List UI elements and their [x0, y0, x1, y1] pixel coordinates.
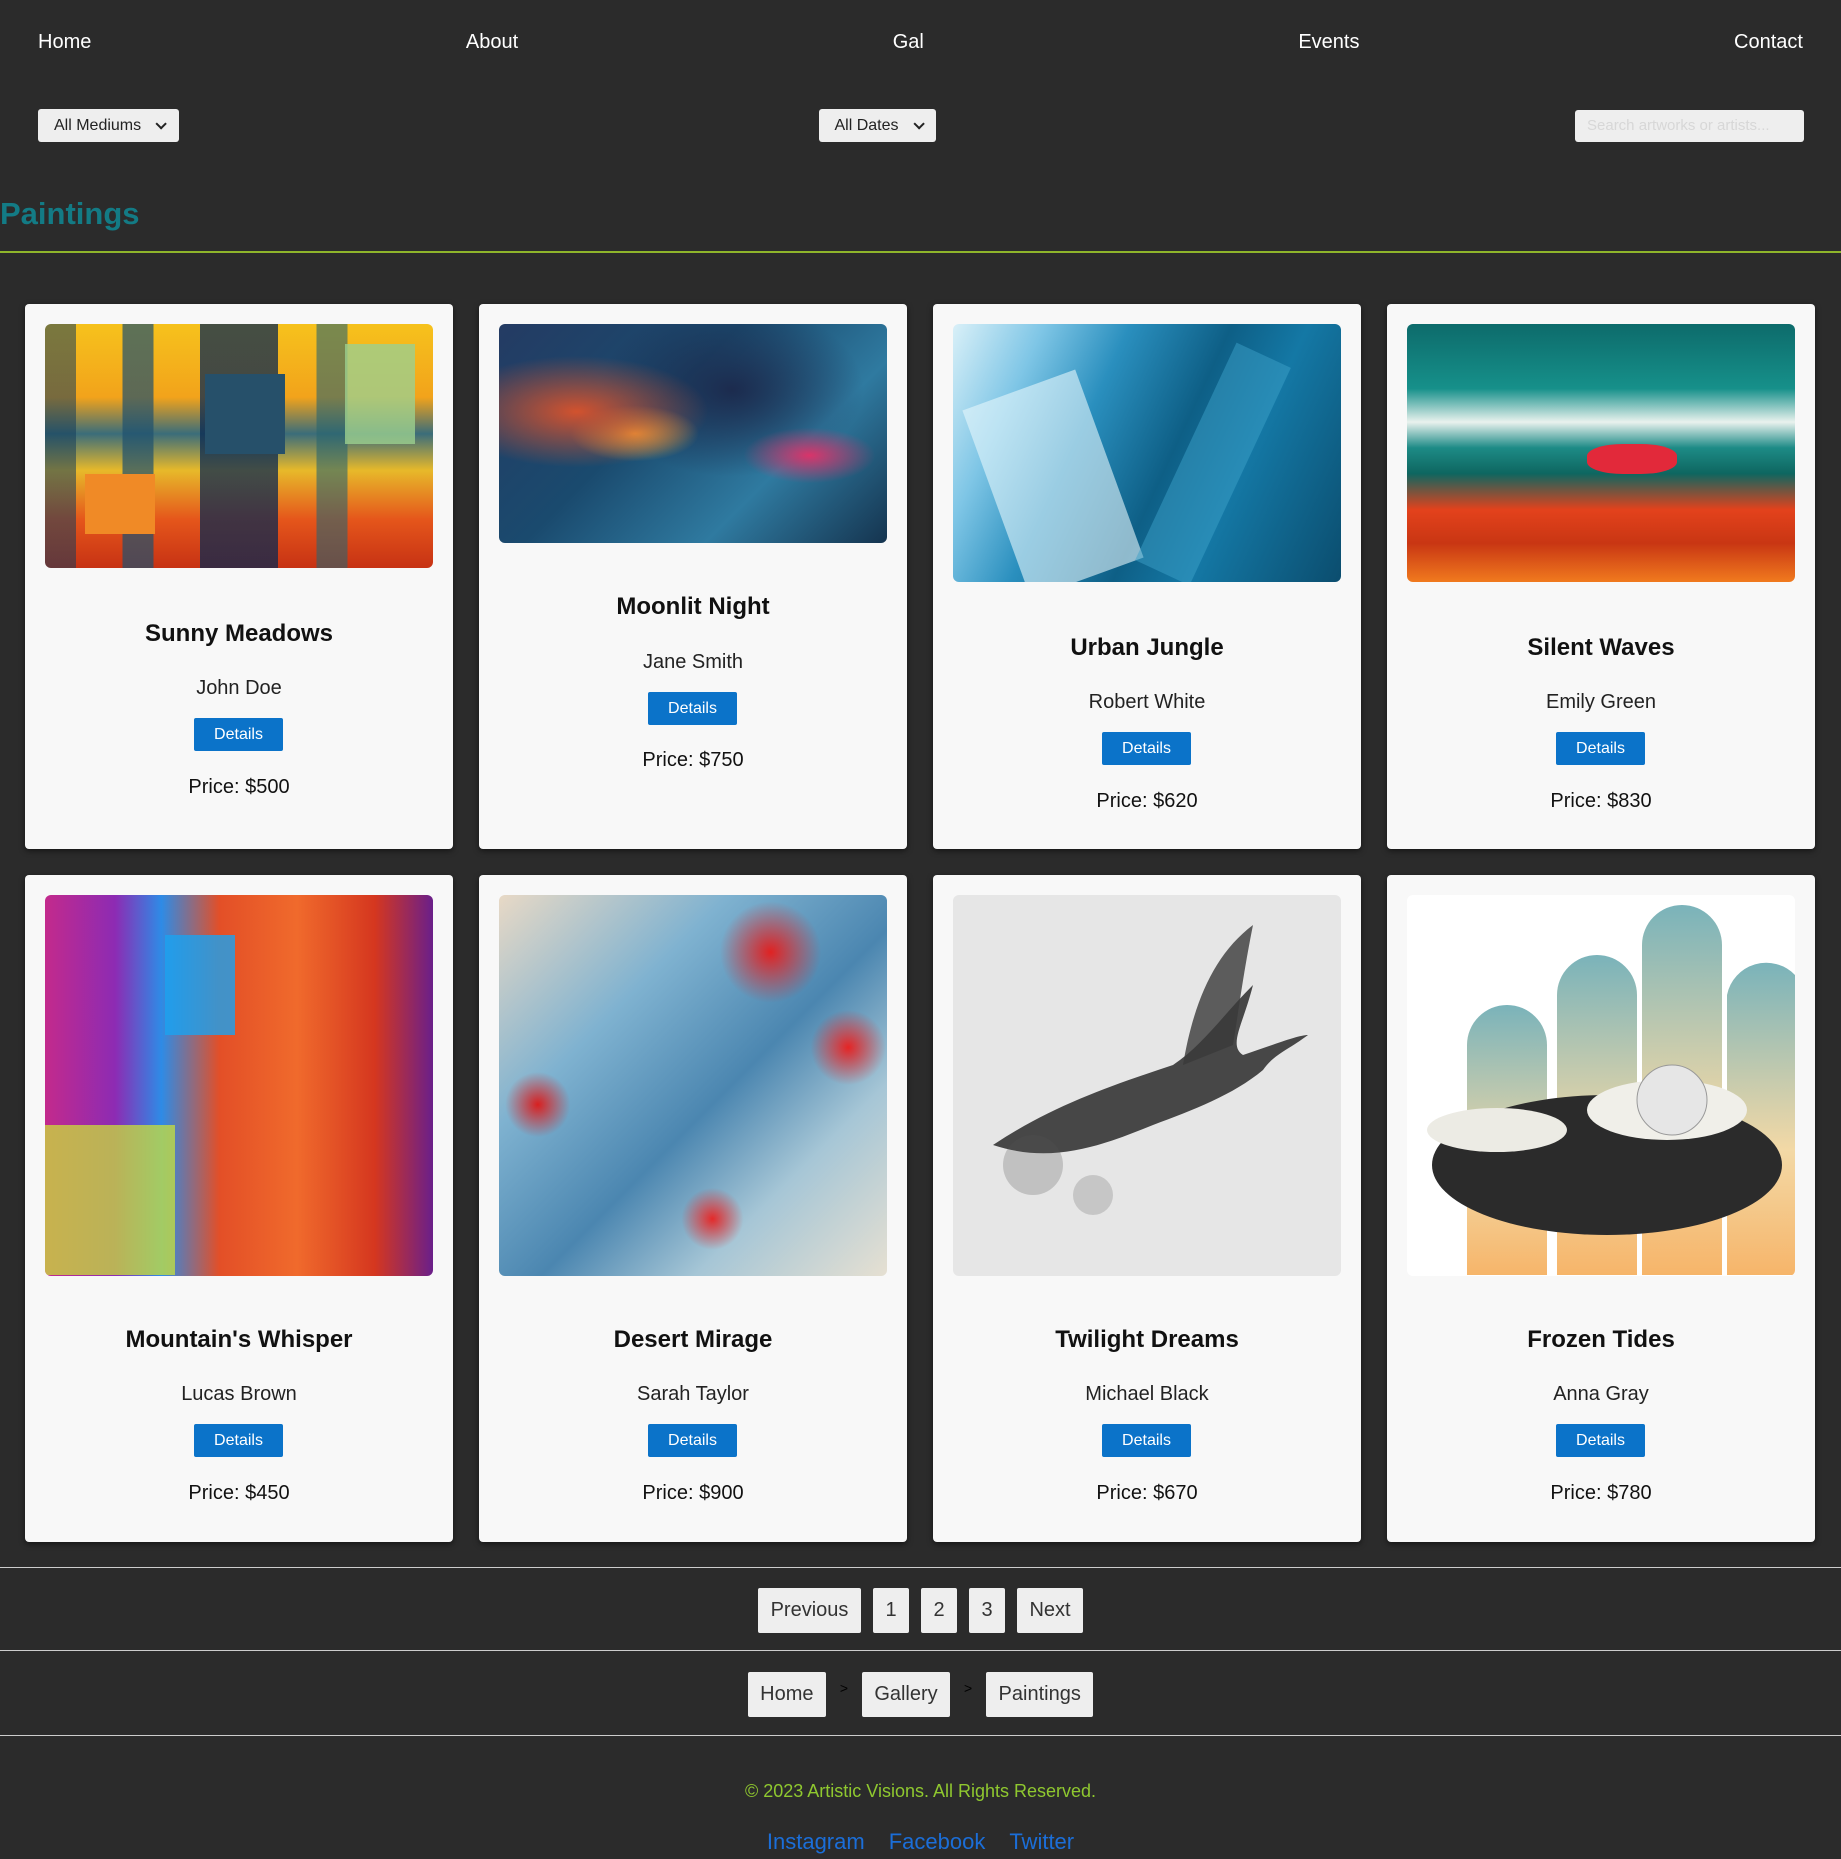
artwork-image[interactable]: [499, 895, 887, 1276]
details-button[interactable]: Details: [1556, 732, 1645, 765]
social-links: Instagram Facebook Twitter: [0, 1829, 1841, 1855]
chevron-down-icon: [912, 117, 925, 130]
artwork-card: Sunny Meadows John Doe Details Price: $5…: [25, 304, 453, 849]
artwork-price: Price: $900: [642, 1482, 744, 1504]
nav-events[interactable]: Events: [1298, 31, 1359, 54]
artwork-price: Price: $500: [188, 776, 290, 798]
artwork-price: Price: $670: [1096, 1482, 1198, 1504]
artwork-price: Price: $450: [188, 1482, 290, 1504]
breadcrumb: Home > Gallery > Paintings: [0, 1672, 1841, 1717]
artist-name: Jane Smith: [642, 651, 744, 673]
social-instagram-link[interactable]: Instagram: [767, 1829, 865, 1855]
social-twitter-link[interactable]: Twitter: [1009, 1829, 1074, 1855]
footer-copyright: © 2023 Artistic Visions. All Rights Rese…: [744, 1781, 1097, 1801]
divider: [0, 1735, 1841, 1736]
artwork-card: Mountain's Whisper Lucas Brown Details P…: [25, 875, 453, 1542]
nav-home[interactable]: Home: [38, 31, 91, 54]
medium-select[interactable]: All Mediums: [38, 109, 179, 142]
details-button[interactable]: Details: [648, 1424, 737, 1457]
details-button[interactable]: Details: [648, 692, 737, 725]
art-stroke: [1135, 342, 1291, 582]
artwork-card: Moonlit Night Jane Smith Details Price: …: [479, 304, 907, 849]
artist-name: Lucas Brown: [181, 1383, 297, 1405]
details-button[interactable]: Details: [194, 1424, 283, 1457]
nav-gallery[interactable]: Gal: [893, 31, 924, 54]
details-button[interactable]: Details: [1556, 1424, 1645, 1457]
pagination-page-2[interactable]: 2: [921, 1588, 957, 1633]
artist-name: Emily Green: [1545, 691, 1657, 713]
artwork-image[interactable]: [953, 895, 1341, 1276]
breadcrumb-gallery[interactable]: Gallery: [862, 1672, 950, 1717]
nav-contact[interactable]: Contact: [1734, 31, 1803, 54]
art-block: [45, 1125, 175, 1275]
art-block: [85, 474, 155, 534]
chevron-down-icon: [155, 117, 167, 130]
artwork-title: Urban Jungle: [1070, 634, 1224, 661]
artwork-title: Twilight Dreams: [1055, 1326, 1239, 1353]
artwork-title: Frozen Tides: [1527, 1326, 1675, 1353]
social-facebook-link[interactable]: Facebook: [889, 1829, 986, 1855]
artwork-price: Price: $620: [1096, 790, 1198, 812]
details-button[interactable]: Details: [1102, 1424, 1191, 1457]
nav-about[interactable]: About: [466, 31, 518, 54]
surreal-landscape-illustration: [1427, 905, 1795, 1275]
pagination-previous[interactable]: Previous: [758, 1588, 861, 1633]
artwork-card: Desert Mirage Sarah Taylor Details Price…: [479, 875, 907, 1542]
raven-illustration: [993, 925, 1308, 1215]
artist-name: John Doe: [196, 677, 282, 699]
details-button[interactable]: Details: [194, 718, 283, 751]
artist-name: Michael Black: [1085, 1383, 1209, 1405]
artist-name: Sarah Taylor: [637, 1383, 749, 1405]
title-divider: [0, 251, 1841, 253]
breadcrumb-separator: >: [839, 1679, 848, 1696]
top-nav: Home About Gal Events Contact: [0, 0, 1841, 84]
artwork-price: Price: $750: [642, 749, 744, 771]
breadcrumb-separator: >: [964, 1679, 973, 1696]
art-block: [205, 374, 285, 454]
artwork-card: Twilight Dreams Michael Black Details Pr…: [933, 875, 1361, 1542]
artwork-image[interactable]: [1407, 895, 1795, 1276]
artwork-image[interactable]: [1407, 324, 1795, 582]
artwork-title: Silent Waves: [1527, 634, 1675, 661]
artwork-title: Moonlit Night: [616, 593, 770, 620]
divider: [0, 1650, 1841, 1651]
details-button[interactable]: Details: [1102, 732, 1191, 765]
artist-name: Robert White: [1088, 691, 1206, 713]
pagination: Previous 1 2 3 Next: [0, 1588, 1841, 1633]
artwork-price: Price: $830: [1550, 790, 1652, 812]
medium-select-value: All Mediums: [54, 116, 142, 134]
artwork-card: Silent Waves Emily Green Details Price: …: [1387, 304, 1815, 849]
artwork-card: Frozen Tides Anna Gray Details Price: $7…: [1387, 875, 1815, 1542]
page-title: Paintings: [0, 196, 140, 231]
filter-bar: All Mediums All Dates: [38, 109, 1804, 142]
pagination-page-3[interactable]: 3: [969, 1588, 1005, 1633]
artwork-image[interactable]: [499, 324, 887, 543]
search-input[interactable]: [1575, 109, 1804, 142]
artwork-title: Desert Mirage: [613, 1326, 773, 1353]
breadcrumb-home[interactable]: Home: [747, 1672, 826, 1717]
pagination-next[interactable]: Next: [1017, 1588, 1083, 1633]
artwork-image[interactable]: [45, 895, 433, 1276]
artwork-price: Price: $780: [1550, 1482, 1652, 1504]
artwork-title: Sunny Meadows: [144, 620, 334, 647]
divider: [0, 1567, 1841, 1568]
breadcrumb-paintings[interactable]: Paintings: [986, 1672, 1094, 1717]
artwork-image[interactable]: [953, 324, 1341, 582]
date-select-value: All Dates: [834, 116, 899, 134]
artwork-card: Urban Jungle Robert White Details Price:…: [933, 304, 1361, 849]
artist-name: Anna Gray: [1553, 1383, 1649, 1405]
artwork-image[interactable]: [45, 324, 433, 568]
art-block: [165, 935, 235, 1035]
art-block: [345, 344, 415, 444]
art-splash: [1587, 444, 1677, 474]
pagination-page-1[interactable]: 1: [873, 1588, 909, 1633]
artwork-title: Mountain's Whisper: [125, 1326, 353, 1353]
date-select[interactable]: All Dates: [818, 109, 936, 142]
art-stroke: [962, 369, 1144, 582]
